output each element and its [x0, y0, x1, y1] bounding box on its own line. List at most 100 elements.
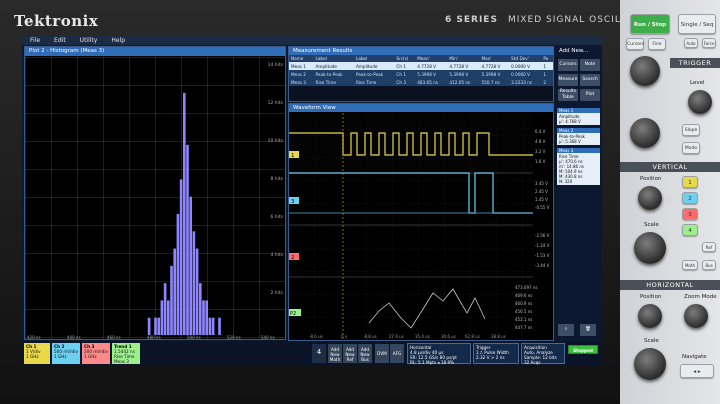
dvm-button[interactable]: DVM — [375, 344, 389, 363]
force-button[interactable]: Force — [702, 38, 716, 48]
wave-right-label: -2.56 V — [535, 233, 550, 238]
horizontal-badge[interactable]: Horizontal 4.8 µs/div 40 µs SR: 12.5 GS/… — [407, 343, 471, 365]
histogram-plot[interactable]: Plot 2 - Histogram (Meas 3) 14 hits 12 h… — [24, 46, 286, 340]
fine-button[interactable]: Fine — [648, 38, 666, 50]
hist-x-label: 440 ns — [67, 335, 81, 340]
measure-button[interactable]: Measure — [558, 74, 578, 86]
table-row[interactable]: Meas 2 Peak-to-Peak Peak-to-Peak Ch 1 5.… — [289, 70, 553, 78]
ch2-bw: 1 GHz — [54, 354, 67, 359]
ref-button[interactable]: Ref — [702, 242, 716, 252]
menu-utility[interactable]: Utility — [80, 36, 98, 45]
wave-right-label: 6.4 V — [535, 129, 546, 134]
zoom-knob[interactable] — [684, 304, 708, 328]
vertical-position-knob[interactable] — [638, 186, 662, 210]
channel-count[interactable]: 4 — [312, 344, 326, 363]
hist-y-label: 12 hits — [267, 101, 283, 106]
measurement-results-title: Measurement Results — [289, 47, 553, 55]
channel-4-button[interactable]: 4 — [682, 224, 698, 236]
table-cell: 550.7 ns — [479, 78, 510, 86]
table-cell: 2 — [541, 78, 553, 86]
acquisition-badge[interactable]: Acquisition Auto, Analyze Sample: 12 bit… — [521, 343, 565, 365]
waveform-view[interactable]: Waveform View 1 3 2 P2 6.4 V 4.8 V 3.2 V… — [288, 103, 554, 341]
add-bus-button[interactable]: Add New Bus — [358, 344, 372, 363]
menu-file[interactable]: File — [30, 36, 40, 45]
meas2-badge[interactable]: Meas 2 Peak-to-Peak μ': 5.368 V — [557, 128, 600, 145]
table-cell: 1 — [541, 62, 553, 70]
meas3-line: N: 320 — [559, 179, 573, 184]
add-ref-button[interactable]: Add New Ref — [343, 344, 357, 363]
ch1-bw: 1 GHz — [26, 354, 39, 359]
multipurpose-b-knob[interactable] — [630, 118, 660, 148]
channel-2-button[interactable]: 2 — [682, 192, 698, 204]
horizontal-scale-knob[interactable] — [634, 348, 666, 380]
table-row[interactable]: Meas 1 Amplitude Amplitude Ch 1 4.7728 V… — [289, 62, 553, 70]
mode-button[interactable]: Mode — [682, 142, 700, 154]
column-header: Po — [541, 55, 553, 62]
measurement-results[interactable]: Measurement Results Name Label Label Src… — [288, 46, 554, 102]
wave-x-label: 35.4 us — [415, 334, 430, 339]
trigger-level-knob[interactable] — [688, 90, 712, 114]
wave-right-label: 456.5 ns — [515, 309, 532, 314]
multipurpose-a-knob[interactable] — [630, 56, 660, 86]
meas1-badge[interactable]: Meas 1 Amplitude μ': 4.768 V — [557, 108, 600, 125]
wave-x-label: 0 s — [341, 334, 347, 339]
table-cell: 0.0000 V — [509, 70, 542, 78]
single-seq-button[interactable]: Single / Seq — [678, 14, 716, 34]
navigate-button[interactable]: ◂ ▸ — [680, 364, 714, 378]
table-cell: Ch 1 — [394, 62, 416, 70]
math-button[interactable]: Math — [682, 260, 698, 270]
run-stop-button[interactable]: Run / Stop — [630, 14, 670, 34]
meas3-badge[interactable]: Meas 3 Rise Time μ': 470.6 ns m': 14.86 … — [557, 148, 600, 185]
slope-button[interactable]: Slope — [682, 124, 700, 136]
trash-icon[interactable]: 🗑 — [580, 324, 596, 336]
menu-edit[interactable]: Edit — [54, 36, 66, 45]
ch3-badge[interactable]: Ch 3 200 mV/div 1 GHz — [82, 343, 110, 364]
histogram-bar — [192, 231, 196, 335]
histogram-bar — [205, 300, 208, 335]
ch2-badge[interactable]: Ch 2 500 mV/div 1 GHz — [52, 343, 80, 364]
meas1-line: μ': 4.768 V — [559, 119, 581, 124]
stopped-badge[interactable]: Stopped — [568, 345, 598, 354]
horizontal-position-knob[interactable] — [638, 304, 662, 328]
menu-bar: File Edit Utility Help — [22, 36, 602, 45]
trigger-line: 2.32 V > 2 ns — [476, 355, 505, 360]
wave-right-label: 2.45 V — [535, 189, 548, 194]
ch1-badge[interactable]: Ch 1 1 V/div 1 GHz — [24, 343, 50, 364]
trigger-badge[interactable]: Trigger 1 ⎍ Pulse Width 2.32 V > 2 ns — [473, 343, 519, 364]
channel-3-button[interactable]: 3 — [682, 208, 698, 220]
hist-y-label: 10 hits — [267, 139, 283, 144]
wave-x-label: 27.6 us — [389, 334, 404, 339]
wave-right-label: 452.1 ns — [515, 317, 532, 322]
search-button[interactable]: Search — [580, 74, 600, 86]
auto-button[interactable]: Auto — [684, 38, 698, 48]
afg-button[interactable]: AFG — [390, 344, 404, 363]
plot-button[interactable]: Plot — [580, 89, 600, 101]
wave-right-label: -0.55 V — [535, 205, 550, 210]
histogram-bar — [176, 214, 180, 335]
ch2-marker: 2 — [291, 255, 295, 261]
results-table-button[interactable]: Results Table — [558, 89, 578, 101]
wave-x-label: -8.8 us — [363, 334, 377, 339]
add-math-button[interactable]: Add New Math — [328, 344, 342, 363]
vertical-scale-knob[interactable] — [634, 232, 666, 264]
bus-button[interactable]: Bus — [702, 260, 716, 270]
table-row[interactable]: Meas 3 Rise Time Rise Time Ch 3 463.05 n… — [289, 78, 553, 86]
panel-cursors-button[interactable]: Cursors — [626, 38, 644, 50]
zoom-icon[interactable]: ⌕ — [558, 324, 574, 336]
table-cell: Amplitude — [313, 62, 354, 70]
trend1-badge[interactable]: Trend 1 1.5442 ns Rise Time Meas 3 — [112, 343, 140, 364]
histogram-bar — [183, 93, 186, 335]
meas2-line: μ': 5.368 V — [559, 139, 581, 144]
hist-x-label: 520 ns — [227, 335, 241, 340]
menu-help[interactable]: Help — [111, 36, 125, 45]
note-button[interactable]: Note — [580, 59, 600, 71]
add-new-label: Add New... — [559, 48, 589, 54]
cursors-button[interactable]: Cursors — [558, 59, 578, 71]
hist-y-label: 14 hits — [267, 63, 283, 68]
wave-x-label: 30.6 us — [441, 334, 456, 339]
column-header: Src(s) — [394, 55, 416, 62]
hist-y-label: 2 hits — [270, 291, 283, 296]
channel-1-button[interactable]: 1 — [682, 176, 698, 188]
column-header: Min' — [447, 55, 480, 62]
table-cell: Peak-to-Peak — [353, 70, 395, 78]
